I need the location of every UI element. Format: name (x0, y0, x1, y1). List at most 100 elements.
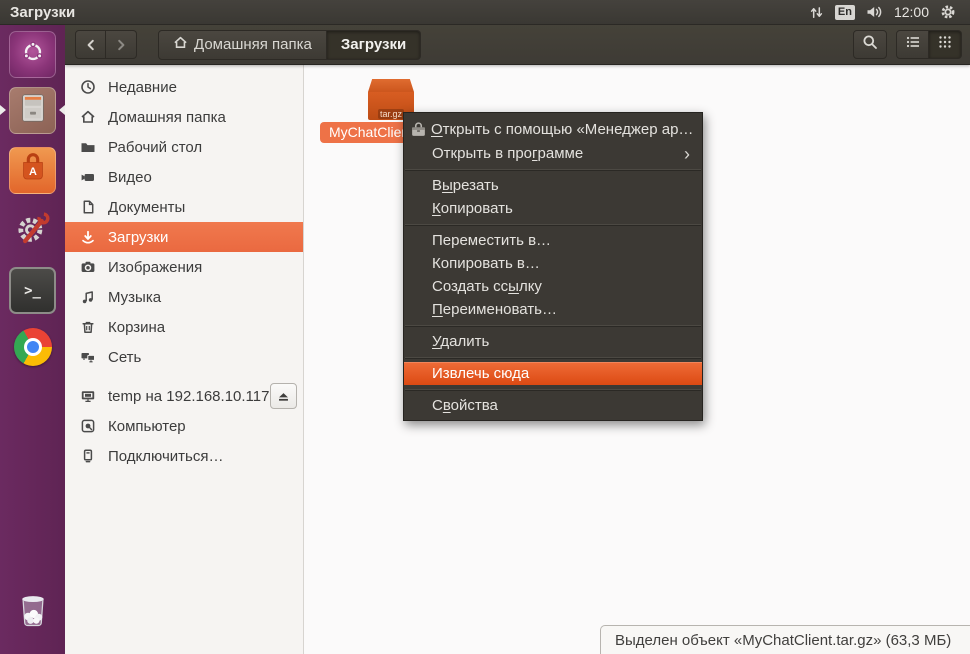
software-center-bag-icon: A (15, 150, 51, 191)
grid-view-icon (937, 34, 953, 55)
sidebar-item-desktop[interactable]: Рабочий стол (65, 132, 303, 162)
unity-launcher: A >_ (0, 25, 65, 654)
launcher-item-terminal[interactable]: >_ (9, 267, 56, 314)
chrome-icon (14, 328, 52, 366)
launcher-item-software-center[interactable]: A (9, 147, 56, 194)
camera-icon (80, 259, 96, 275)
archive-box-top (368, 79, 414, 92)
breadcrumb-home-label: Домашняя папка (194, 36, 312, 53)
menu-item-cut[interactable]: Вырезать (404, 174, 702, 197)
sidebar-item-music[interactable]: Музыка (65, 282, 303, 312)
menu-item-open-with-application[interactable]: Открыть в программе › (404, 142, 702, 165)
list-view-button[interactable] (896, 30, 929, 59)
sidebar-item-label: Загрузки (108, 229, 168, 246)
search-button[interactable] (853, 30, 887, 59)
sidebar-item-label: Рабочий стол (108, 139, 202, 156)
launcher-item-dash[interactable] (9, 31, 56, 78)
grid-view-button[interactable] (929, 30, 962, 59)
gear-wrench-icon (13, 208, 53, 253)
menu-item-copy-to[interactable]: Копировать в… (404, 252, 702, 275)
network-icon (80, 349, 96, 365)
sidebar-item-documents[interactable]: Документы (65, 192, 303, 222)
clock-icon (80, 79, 96, 95)
downloads-arrow-icon (80, 229, 96, 245)
document-icon (80, 199, 96, 215)
terminal-prompt-icon: >_ (24, 283, 41, 299)
forward-button[interactable] (106, 30, 137, 59)
sidebar-item-downloads[interactable]: Загрузки (65, 222, 303, 252)
toolbar-right (853, 30, 962, 59)
menu-separator (405, 325, 701, 326)
menu-separator (405, 224, 701, 225)
panel-indicators: En 12:00 (809, 4, 970, 20)
menu-item-delete[interactable]: Удалить (404, 330, 702, 353)
sidebar-item-label: Видео (108, 169, 152, 186)
text-input-switcher-icon[interactable] (809, 5, 824, 20)
folder-icon (80, 139, 96, 155)
running-indicator-arrow (0, 105, 6, 115)
clock-indicator[interactable]: 12:00 (894, 4, 929, 20)
launcher-item-trash[interactable] (9, 588, 56, 635)
sidebar-item-home[interactable]: Домашняя папка (65, 102, 303, 132)
trash-icon (80, 319, 96, 335)
video-camera-icon (80, 169, 96, 185)
sidebar-item-label: temp на 192.168.10.117 (108, 388, 269, 405)
sidebar-item-connect-to-server[interactable]: Подключиться… (65, 441, 303, 471)
menu-separator (405, 389, 701, 390)
sidebar-item-computer[interactable]: Компьютер (65, 411, 303, 441)
menu-item-create-link[interactable]: Создать ссылку (404, 275, 702, 298)
search-icon (862, 34, 878, 55)
breadcrumb-downloads[interactable]: Загрузки (327, 30, 421, 60)
home-icon (80, 109, 96, 125)
list-view-icon (905, 34, 921, 55)
desktop: Загрузки En 12:00 (0, 0, 970, 654)
session-gear-icon[interactable] (940, 4, 956, 20)
svg-text:A: A (29, 166, 37, 178)
sidebar-item-label: Подключиться… (108, 448, 223, 465)
sidebar-item-label: Корзина (108, 319, 165, 336)
sidebar-item-trash[interactable]: Корзина (65, 312, 303, 342)
menu-item-rename[interactable]: Переименовать… (404, 298, 702, 321)
sidebar-item-remote-share[interactable]: temp на 192.168.10.117 (65, 381, 303, 411)
panel-app-title: Загрузки (0, 4, 75, 21)
menu-separator (405, 357, 701, 358)
launcher-item-system-settings[interactable] (9, 207, 56, 254)
volume-icon[interactable] (866, 4, 883, 20)
places-sidebar: Недавние Домашняя папка Рабочий стол (65, 65, 304, 654)
menu-item-properties[interactable]: Свойства (404, 394, 702, 417)
sidebar-item-recent[interactable]: Недавние (65, 72, 303, 102)
eject-button[interactable] (270, 383, 297, 409)
menu-item-move-to[interactable]: Переместить в… (404, 229, 702, 252)
menu-item-open-with-archive-manager[interactable]: Открыть с помощью «Менеджер ар… (404, 116, 702, 142)
submenu-arrow-icon: › (684, 147, 690, 161)
menu-separator (405, 169, 701, 170)
file-cabinet-icon (16, 90, 50, 131)
top-panel: Загрузки En 12:00 (0, 0, 970, 25)
remote-share-icon (80, 388, 96, 404)
breadcrumb-downloads-label: Загрузки (341, 36, 406, 53)
ubuntu-logo-icon (17, 36, 49, 73)
trash-full-icon (14, 588, 52, 635)
connect-server-icon (80, 448, 96, 464)
focused-indicator-arrow (59, 105, 65, 115)
menu-item-copy[interactable]: Копировать (404, 197, 702, 220)
sidebar-item-label: Сеть (108, 349, 141, 366)
sidebar-item-label: Музыка (108, 289, 161, 306)
back-button[interactable] (75, 30, 106, 59)
sidebar-item-label: Компьютер (108, 418, 186, 435)
menu-item-extract-here[interactable]: Извлечь сюда (404, 362, 702, 385)
archive-manager-icon (410, 121, 427, 138)
launcher-item-chrome[interactable] (9, 323, 56, 370)
breadcrumb-home[interactable]: Домашняя папка (158, 30, 327, 60)
keyboard-layout-indicator[interactable]: En (835, 5, 855, 20)
sidebar-item-network[interactable]: Сеть (65, 342, 303, 372)
sidebar-section-gap (65, 372, 303, 381)
launcher-item-files[interactable] (9, 87, 56, 134)
archive-extension-label: tar.gz (378, 109, 404, 119)
sidebar-item-videos[interactable]: Видео (65, 162, 303, 192)
breadcrumb: Домашняя папка Загрузки (158, 30, 421, 60)
sidebar-item-pictures[interactable]: Изображения (65, 252, 303, 282)
sidebar-item-label: Недавние (108, 79, 177, 96)
sidebar-item-label: Изображения (108, 259, 202, 276)
status-bar: Выделен объект «MyChatClient.tar.gz» (63… (600, 625, 970, 654)
